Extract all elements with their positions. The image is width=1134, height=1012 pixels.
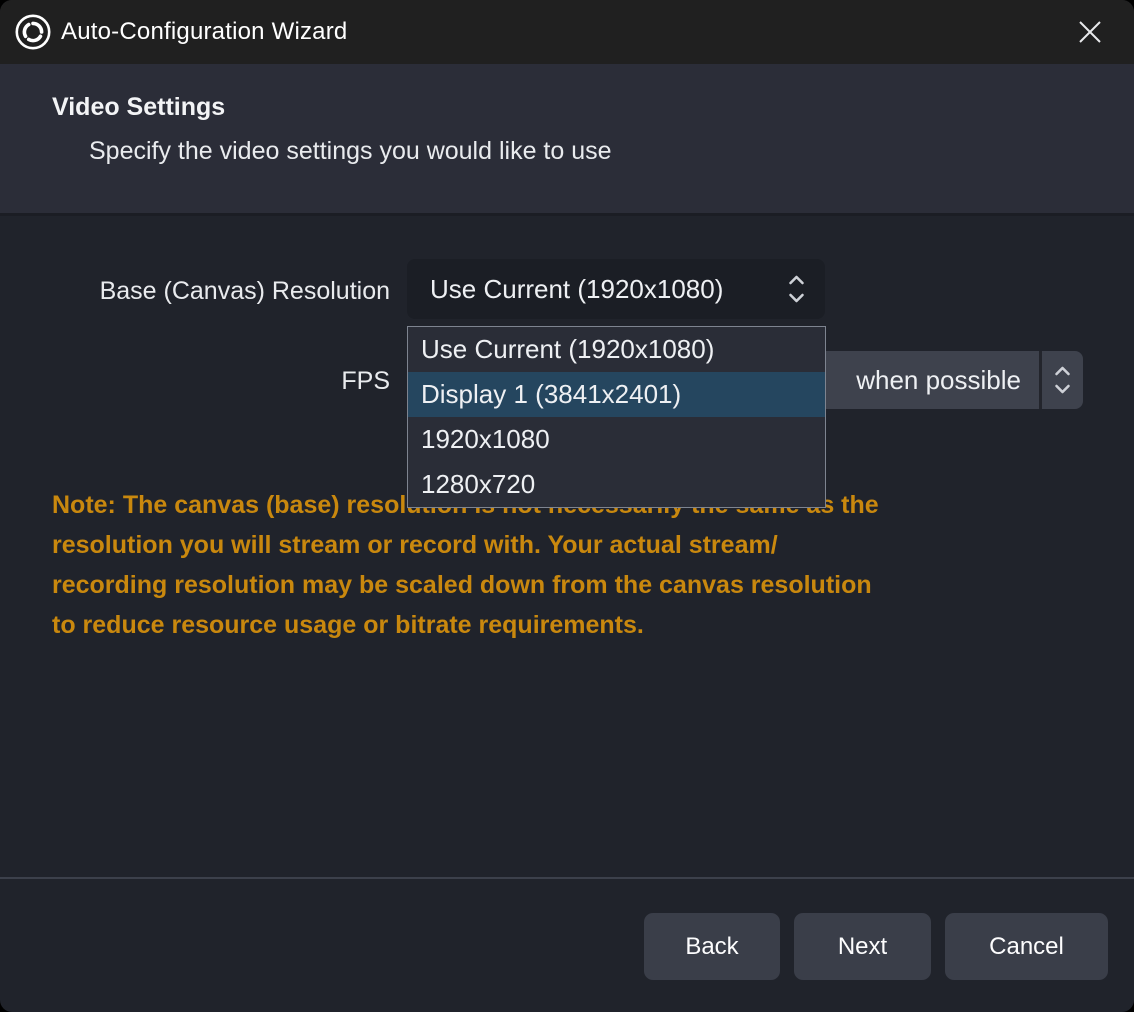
back-button[interactable]: Back (644, 913, 780, 980)
dropdown-option-1280x720[interactable]: 1280x720 (408, 462, 825, 507)
note-line: to reduce resource usage or bitrate requ… (52, 605, 1072, 645)
auto-config-wizard-window: Auto-Configuration Wizard Video Settings… (0, 0, 1134, 1012)
next-button[interactable]: Next (794, 913, 931, 980)
footer-divider (0, 877, 1134, 879)
page-subtitle: Specify the video settings you would lik… (89, 137, 612, 166)
fps-label: FPS (52, 367, 390, 396)
updown-chevron-icon (1054, 364, 1071, 396)
dropdown-option-display-1[interactable]: Display 1 (3841x2401) (408, 372, 825, 417)
cancel-button[interactable]: Cancel (945, 913, 1108, 980)
note-line: resolution you will stream or record wit… (52, 525, 1072, 565)
titlebar: Auto-Configuration Wizard (0, 0, 1134, 64)
fps-select-arrow-segment[interactable] (1039, 351, 1083, 409)
base-resolution-select[interactable]: Use Current (1920x1080) (407, 259, 825, 319)
note-line: recording resolution may be scaled down … (52, 565, 1072, 605)
window-title: Auto-Configuration Wizard (61, 18, 347, 46)
dropdown-option-use-current[interactable]: Use Current (1920x1080) (408, 327, 825, 372)
wizard-step-header: Video Settings Specify the video setting… (0, 64, 1134, 216)
base-resolution-label: Base (Canvas) Resolution (52, 277, 390, 306)
close-icon (1078, 20, 1102, 44)
base-resolution-value: Use Current (1920x1080) (430, 274, 788, 305)
close-button[interactable] (1064, 10, 1116, 54)
page-title: Video Settings (52, 93, 225, 122)
base-resolution-dropdown-list: Use Current (1920x1080) Display 1 (3841x… (407, 326, 826, 508)
canvas-resolution-note: Note: The canvas (base) resolution is no… (52, 485, 1072, 645)
updown-chevron-icon (788, 273, 805, 305)
dropdown-option-1920x1080[interactable]: 1920x1080 (408, 417, 825, 462)
obs-logo-icon (14, 13, 52, 51)
